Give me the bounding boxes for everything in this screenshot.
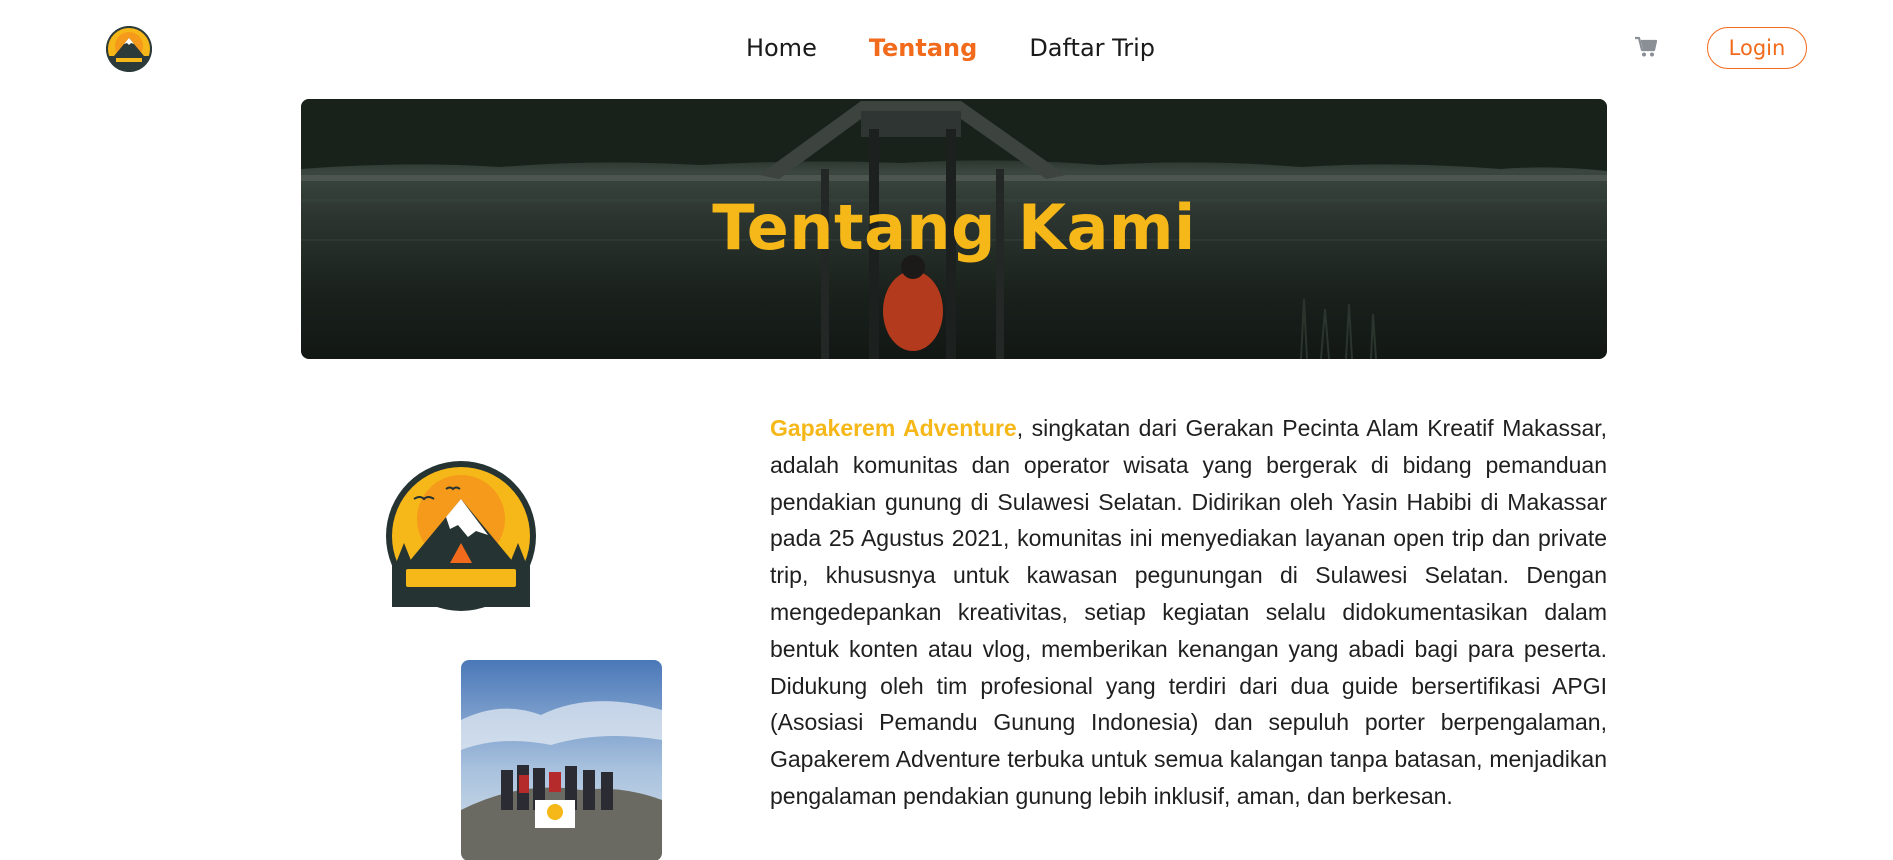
nav-daftar-trip[interactable]: Daftar Trip — [1029, 32, 1155, 64]
hero-title: Tentang Kami — [712, 191, 1196, 264]
nav-tentang[interactable]: Tentang — [869, 32, 977, 64]
main-nav: Home Tentang Daftar Trip — [0, 32, 1893, 64]
gapakerem-badge-logo — [384, 459, 538, 613]
brand-name: Gapakerem Adventure — [770, 415, 1017, 441]
hero-banner: Tentang Kami — [301, 99, 1607, 359]
login-button[interactable]: Login — [1707, 27, 1807, 69]
about-description: Gapakerem Adventure, singkatan dari Gera… — [770, 410, 1607, 815]
cart-icon[interactable] — [1634, 36, 1658, 58]
team-summit-photo — [461, 660, 662, 860]
nav-home[interactable]: Home — [746, 32, 817, 64]
about-body-text: , singkatan dari Gerakan Pecinta Alam Kr… — [770, 415, 1608, 809]
navbar: Home Tentang Daftar Trip Login — [0, 0, 1893, 96]
